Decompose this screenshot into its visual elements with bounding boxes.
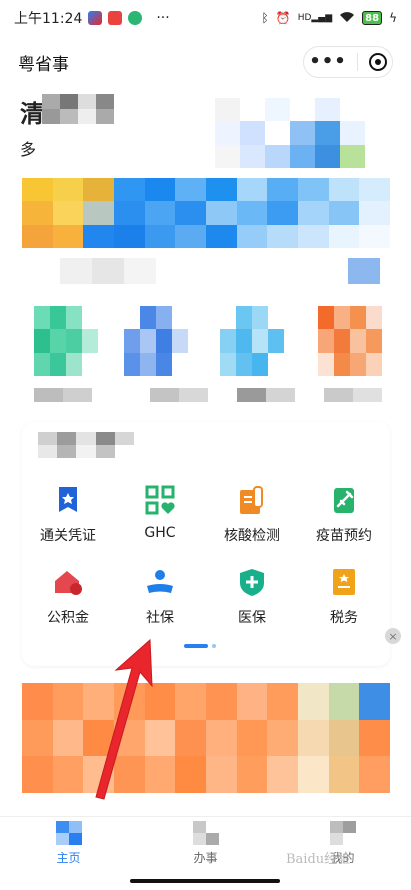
watermark: Baidu经验	[286, 852, 351, 867]
nav-bar: 粤省事 •••	[0, 36, 411, 88]
quick-entry-4[interactable]	[318, 306, 382, 376]
service-label: 税务	[330, 610, 358, 626]
services-grid: 通关凭证 GHC 核酸检测 疫苗预约公积金 社保 医保 税务	[22, 484, 390, 648]
censored-top-decoration	[190, 98, 390, 168]
housing-fund-icon	[55, 571, 82, 595]
censored-banner-caption	[60, 258, 380, 284]
service-medical-insurance[interactable]: 医保	[206, 566, 298, 648]
service-housing-fund[interactable]: 公积金	[22, 566, 114, 648]
service-nucleic-test[interactable]: 核酸检测	[206, 484, 298, 566]
quick-entry-3[interactable]	[220, 306, 284, 376]
service-label: 医保	[238, 610, 266, 626]
service-customs-pass[interactable]: 通关凭证	[22, 484, 114, 566]
medical-insurance-icon	[240, 569, 264, 596]
miniprogram-capsule: •••	[303, 46, 393, 78]
greeting-subtitle: 多	[20, 140, 37, 159]
wifi-icon	[339, 11, 355, 26]
battery-icon: 88	[362, 11, 383, 25]
more-menu-button[interactable]: •••	[309, 53, 347, 71]
tab-home[interactable]: 主页	[0, 817, 137, 872]
profile-icon	[329, 821, 356, 845]
customs-pass-icon	[59, 487, 77, 512]
ghc-qr-icon	[145, 485, 175, 515]
service-label: 核酸检测	[224, 528, 280, 544]
service-ghc-qr[interactable]: GHC	[114, 484, 206, 566]
censored-banner	[22, 178, 390, 248]
app-notification-icon	[88, 11, 103, 25]
charging-icon: ϟ	[389, 11, 397, 25]
bluetooth-icon: ᛒ	[261, 11, 269, 25]
service-label: 公积金	[47, 610, 89, 626]
censored-card-title	[38, 432, 134, 458]
tax-icon	[333, 569, 355, 595]
status-bar: 上午11:24 ··· ᛒ ⏰ HD▂▄▆ 88 ϟ	[0, 0, 411, 36]
close-banner-button[interactable]: ×	[385, 628, 401, 644]
censored-greeting	[42, 94, 114, 124]
service-label: 社保	[146, 610, 174, 626]
nucleic-test-icon	[240, 486, 263, 514]
tab-services[interactable]: 办事	[137, 817, 274, 872]
app-notification-icon	[128, 11, 143, 25]
service-social-security[interactable]: 社保	[114, 566, 206, 648]
close-miniprogram-button[interactable]	[368, 53, 387, 71]
app-notification-icon	[108, 11, 123, 25]
quick-entry-2[interactable]	[124, 306, 188, 376]
quick-entry-1[interactable]	[34, 306, 98, 376]
gesture-bar	[0, 872, 411, 890]
greeting-title: 清	[20, 100, 44, 128]
services-card: 通关凭证 GHC 核酸检测 疫苗预约公积金 社保 医保 税务	[22, 422, 390, 666]
alarm-icon: ⏰	[275, 11, 291, 25]
services-icon	[192, 821, 219, 845]
home-icon	[55, 821, 82, 845]
home-page: 清 多 通关凭证 GHC 核酸检测 疫苗预约 公积金 社保 医保 税务	[0, 88, 411, 816]
status-time: 上午11:24	[14, 11, 83, 27]
censored-quick-labels	[34, 388, 382, 402]
service-tax[interactable]: 税务	[298, 566, 390, 648]
signal-icon: HD▂▄▆	[297, 13, 333, 23]
status-more: ···	[156, 10, 170, 26]
service-label: GHC	[144, 525, 176, 541]
vaccine-icon	[334, 488, 354, 513]
page-indicator	[184, 644, 216, 648]
service-vaccine[interactable]: 疫苗预约	[298, 484, 390, 566]
service-label: 通关凭证	[40, 528, 96, 544]
service-label: 疫苗预约	[316, 528, 372, 544]
app-title: 粤省事	[18, 54, 69, 75]
social-security-icon	[147, 570, 173, 593]
censored-promo-banner[interactable]	[22, 683, 390, 793]
